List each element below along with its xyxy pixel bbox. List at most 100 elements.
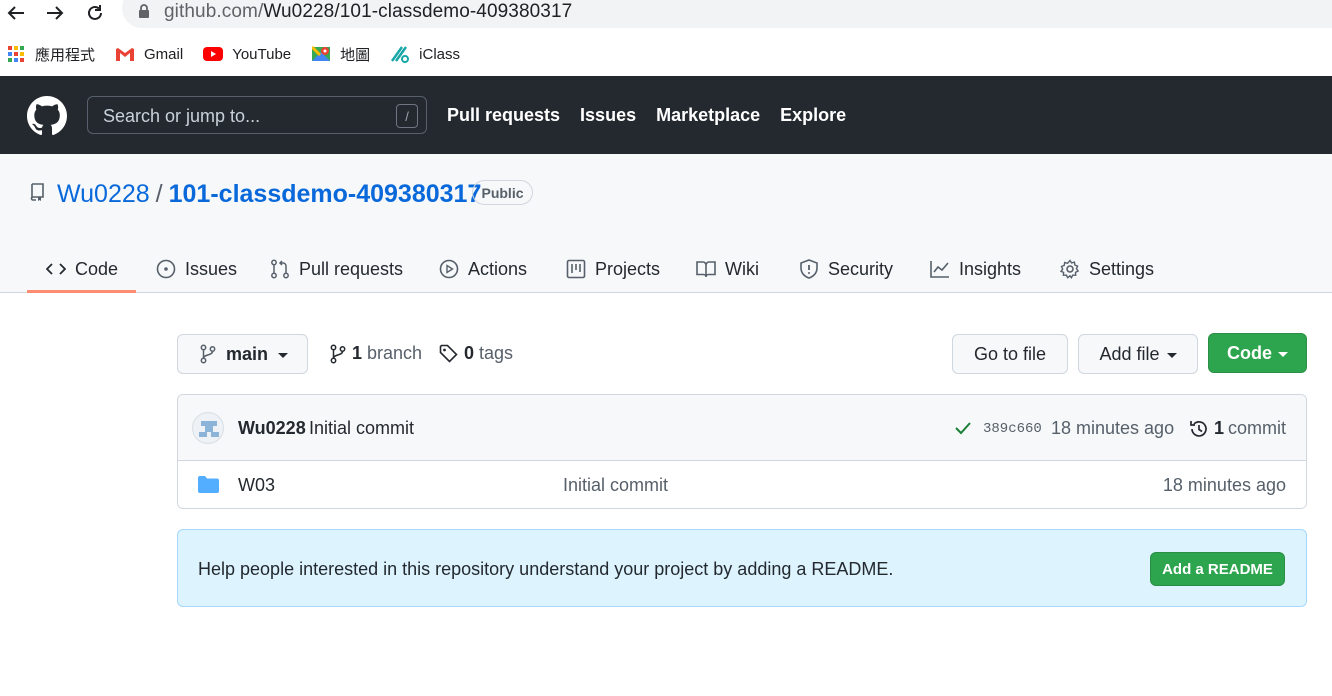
- code-button[interactable]: Code: [1208, 333, 1307, 373]
- slash-shortcut-key: /: [396, 104, 418, 128]
- file-name-link[interactable]: W03: [238, 475, 275, 496]
- nav-explore[interactable]: Explore: [780, 105, 846, 126]
- file-commit-time: 18 minutes ago: [1162, 475, 1286, 495]
- commit-author-link[interactable]: Wu0228: [238, 418, 306, 439]
- bookmark-maps[interactable]: 地圖: [311, 44, 370, 65]
- repo-tabs: Code Issues Pull requests Actions Projec…: [0, 245, 1332, 293]
- book-icon: [696, 261, 716, 278]
- graph-icon: [930, 261, 949, 278]
- commit-sha-link[interactable]: 389c660: [983, 421, 1042, 437]
- file-commit-message-link[interactable]: Initial commit: [563, 475, 668, 496]
- caret-down-icon: [278, 352, 289, 358]
- bookmark-label: 應用程式: [35, 46, 96, 64]
- branch-select-button[interactable]: main: [177, 334, 308, 374]
- github-header: Search or jump to... / Pull requests Iss…: [0, 76, 1332, 154]
- tab-insights[interactable]: Insights: [930, 245, 1021, 293]
- tab-code[interactable]: Code: [46, 245, 118, 293]
- active-tab-indicator: [27, 290, 136, 293]
- tab-issues[interactable]: Issues: [156, 245, 237, 293]
- search-placeholder: Search or jump to...: [103, 106, 261, 126]
- repo-icon: [29, 183, 45, 201]
- table-row[interactable]: W03 Initial commit 18 minutes ago: [178, 461, 1306, 508]
- tab-settings[interactable]: Settings: [1060, 245, 1154, 293]
- browser-toolbar: github.com/Wu0228/101-classdemo-40938031…: [0, 0, 1332, 30]
- tag-icon: [439, 344, 458, 363]
- shield-icon: [800, 259, 818, 279]
- tag-count: 0: [464, 343, 475, 363]
- bookmark-label: Gmail: [144, 45, 184, 63]
- repo-title: Wu0228 / 101-classdemo-409380317: [57, 180, 481, 209]
- url-text[interactable]: github.com/Wu0228/101-classdemo-40938031…: [164, 1, 572, 23]
- branch-icon: [200, 344, 216, 364]
- repo-owner-link[interactable]: Wu0228: [57, 180, 150, 209]
- back-arrow-icon[interactable]: [4, 0, 28, 26]
- tag-label: tags: [479, 343, 514, 363]
- add-file-label: Add file: [1099, 343, 1160, 364]
- go-to-file-label: Go to file: [973, 343, 1047, 364]
- tab-security[interactable]: Security: [799, 245, 893, 293]
- tab-label: Pull requests: [299, 258, 404, 279]
- add-readme-button[interactable]: Add a README: [1150, 552, 1285, 586]
- repo-name-link[interactable]: 101-classdemo-409380317: [169, 180, 482, 209]
- caret-down-icon: [1166, 352, 1177, 358]
- tab-actions[interactable]: Actions: [439, 245, 527, 293]
- file-browser: Wu0228 Initial commit 389c660 18 minutes…: [177, 394, 1307, 509]
- check-icon[interactable]: [955, 421, 971, 440]
- visibility-badge: Public: [472, 180, 533, 205]
- youtube-icon: [203, 45, 224, 63]
- gear-icon: [1060, 259, 1080, 279]
- tab-label: Issues: [185, 258, 238, 279]
- reload-icon[interactable]: [83, 0, 107, 26]
- bookmark-label: 地圖: [340, 46, 371, 64]
- history-icon: [1190, 420, 1207, 437]
- bookmark-gmail[interactable]: Gmail: [115, 45, 183, 63]
- commit-history-link[interactable]: 1 commit: [1189, 418, 1286, 439]
- branches-link[interactable]: 1 branch: [330, 343, 422, 364]
- tab-label: Insights: [959, 258, 1022, 279]
- tab-label: Code: [75, 258, 119, 279]
- nav-issues[interactable]: Issues: [580, 105, 636, 126]
- commit-time: 18 minutes ago: [1051, 418, 1175, 438]
- bookmark-youtube[interactable]: YouTube: [203, 45, 291, 63]
- bookmark-apps[interactable]: 應用程式: [6, 44, 95, 65]
- tab-label: Projects: [595, 258, 661, 279]
- tab-label: Settings: [1089, 258, 1155, 279]
- tab-wiki[interactable]: Wiki: [696, 245, 759, 293]
- code-button-label: Code: [1227, 342, 1272, 363]
- avatar[interactable]: [192, 412, 224, 444]
- tab-pull-requests[interactable]: Pull requests: [270, 245, 403, 293]
- folder-icon: [198, 476, 219, 498]
- forward-arrow-icon[interactable]: [43, 0, 67, 26]
- caret-down-icon: [1278, 351, 1288, 357]
- maps-icon: [311, 45, 331, 63]
- gmail-icon: [115, 45, 135, 63]
- global-nav: Pull requests Issues Marketplace Explore: [447, 105, 866, 126]
- bookmark-label: YouTube: [232, 45, 292, 63]
- branch-icon: [330, 344, 346, 363]
- apps-grid-icon: [6, 45, 26, 63]
- commit-label: commit: [1228, 418, 1287, 438]
- bookmark-iclass[interactable]: iClass: [390, 45, 460, 63]
- play-icon: [439, 259, 459, 279]
- readme-prompt: Help people interested in this repositor…: [177, 529, 1307, 607]
- lock-icon[interactable]: [138, 4, 152, 20]
- url-path: Wu0228/101-classdemo-409380317: [263, 1, 573, 22]
- tags-link[interactable]: 0 tags: [439, 343, 513, 364]
- issue-icon: [156, 259, 176, 279]
- go-to-file-button[interactable]: Go to file: [952, 334, 1068, 374]
- latest-commit-row: Wu0228 Initial commit 389c660 18 minutes…: [178, 395, 1306, 461]
- code-icon: [46, 263, 66, 275]
- project-icon: [566, 259, 586, 279]
- github-logo-icon[interactable]: [27, 96, 67, 136]
- commit-message-link[interactable]: Initial commit: [309, 418, 414, 439]
- url-host: github.com/: [164, 1, 264, 22]
- branch-label: branch: [367, 343, 423, 363]
- bookmarks-bar: 應用程式 Gmail YouTube 地圖 iClass: [0, 38, 1332, 70]
- nav-pull-requests[interactable]: Pull requests: [447, 105, 560, 126]
- tab-label: Actions: [468, 258, 528, 279]
- add-file-button[interactable]: Add file: [1078, 334, 1198, 374]
- tab-projects[interactable]: Projects: [566, 245, 660, 293]
- search-input[interactable]: Search or jump to... /: [87, 96, 427, 134]
- nav-marketplace[interactable]: Marketplace: [656, 105, 760, 126]
- iclass-icon: [390, 45, 410, 63]
